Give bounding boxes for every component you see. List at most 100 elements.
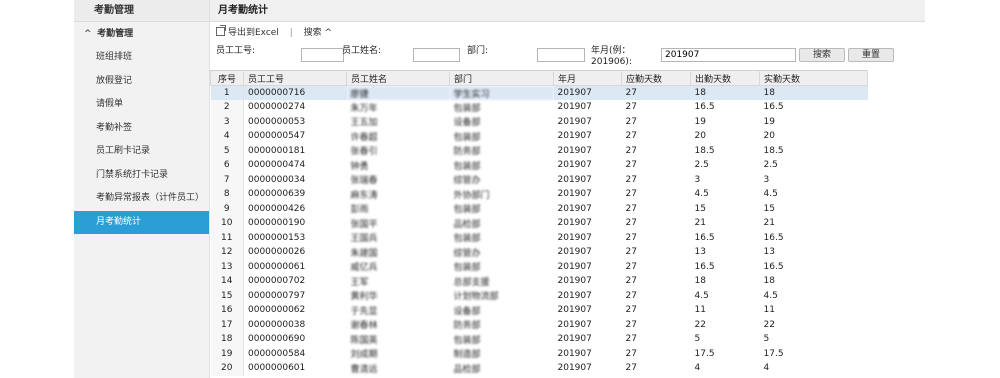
cell-month: 201907 [557,319,592,330]
table-row[interactable]: 10 0000000190 张国平 品检部 201907 27 21 21 [210,216,868,231]
sidebar-item[interactable]: 月考勤统计 [74,210,209,234]
export-icon [216,25,226,36]
cell-actual-days: 11 [763,305,775,316]
cell-required-days: 27 [621,85,691,100]
sidebar-item[interactable]: 放假登记 [74,70,209,94]
cell-attended-days: 18 [694,276,706,287]
cell-actual-days: 16.5 [763,102,784,113]
column-header-month[interactable]: 年月 [553,70,622,86]
cell-actual-days: 2.5 [763,160,778,171]
cell-index: 1 [210,85,244,100]
table-row[interactable]: 4 0000000547 许春超 包装部 201907 27 20 20 [210,129,868,144]
cell-attended-days: 19 [694,116,706,127]
cell-emp-no: 0000000181 [248,145,306,156]
sidebar-group-attendance[interactable]: ^ 考勤管理 [74,22,209,46]
search-button[interactable]: 搜索 [799,48,845,62]
cell-month: 201907 [557,232,592,243]
cell-dept: 包装部 [453,103,481,114]
table-row[interactable]: 12 0000000026 朱建国 综管办 201907 27 13 13 [210,245,868,260]
cell-required-days: 27 [625,276,637,287]
cell-required-days: 27 [625,290,637,301]
cell-actual-days: 15 [763,203,775,214]
table-row[interactable]: 7 0000000034 张瑞春 综管办 201907 27 3 3 [210,172,868,187]
cell-required-days: 27 [625,261,637,272]
page-title: 月考勤统计 [210,0,925,22]
cell-emp-no: 0000000639 [248,189,306,200]
sidebar-item[interactable]: 考勤异常报表（计件员工） [74,187,209,211]
cell-emp-name: 钟勇 [350,161,369,172]
cell-attended-days: 20 [694,131,706,142]
cell-attended-days: 4.5 [694,290,709,301]
emp-no-input[interactable] [301,48,344,62]
search-bar: 员工工号: 员工姓名: 部门: 年月(例：201906): 搜索 重置 [210,44,925,70]
cell-attended-days: 17.5 [694,348,715,359]
column-header-required-days[interactable]: 应勤天数 [621,70,691,86]
table-row[interactable]: 1 0000000716 廖捷 学生实习 201907 27 18 18 [210,85,868,100]
search-toggle-button[interactable]: 搜索 ^ [304,22,332,44]
table-row[interactable]: 11 0000000153 王国兵 包装部 201907 27 16.5 16.5 [210,230,868,245]
cell-emp-no: 0000000274 [248,102,306,113]
table-row[interactable]: 20 0000000601 曹清远 品检部 201907 27 4 4 [210,361,868,376]
cell-required-days: 27 [625,305,637,316]
column-header-dept[interactable]: 部门 [449,70,554,86]
cell-index: 14 [210,274,244,289]
sidebar-item[interactable]: 请假单 [74,93,209,117]
cell-required-days: 27 [625,131,637,142]
table-row[interactable]: 14 0000000702 王军 总部支援 201907 27 18 18 [210,274,868,289]
table-row[interactable]: 15 0000000797 黄利华 计划物流部 201907 27 4.5 4.5 [210,288,868,303]
cell-month: 201907 [557,203,592,214]
table-row[interactable]: 5 0000000181 张春引 防务部 201907 27 18.5 18.5 [210,143,868,158]
cell-emp-no: 0000000716 [243,85,347,100]
sidebar-group-label: 考勤管理 [97,29,134,39]
column-header-actual-days[interactable]: 实勤天数 [759,70,868,86]
month-label: 年月(例：201906): [591,46,632,67]
cell-emp-name: 谢春林 [350,321,378,332]
cell-emp-name: 廖捷 [346,85,450,100]
table-row[interactable]: 18 0000000690 陈国英 包装部 201907 27 5 5 [210,332,868,347]
cell-attended-days: 4 [694,363,701,374]
table-row[interactable]: 17 0000000038 谢春林 防务部 201907 27 22 22 [210,317,868,332]
reset-button[interactable]: 重置 [848,48,894,62]
table-row[interactable]: 6 0000000474 钟勇 包装部 201907 27 2.5 2.5 [210,158,868,173]
emp-name-input[interactable] [413,48,460,62]
cell-emp-name: 威亿兵 [350,263,378,274]
cell-emp-no: 0000000026 [248,247,306,258]
cell-emp-name: 张国平 [350,219,378,230]
table-row[interactable]: 8 0000000639 麻东涛 外协部门 201907 27 4.5 4.5 [210,187,868,202]
cell-month: 201907 [557,145,592,156]
cell-attended-days: 4.5 [694,189,709,200]
cell-actual-days: 4.5 [763,189,778,200]
column-header-attended-days[interactable]: 出勤天数 [690,70,760,86]
table-row[interactable]: 9 0000000426 彭雨 包装部 201907 27 15 15 [210,201,868,216]
export-excel-button[interactable]: 导出到Excel [216,22,279,44]
cell-emp-no: 0000000062 [248,305,306,316]
cell-dept: 包装部 [453,335,481,346]
search-toggle-label: 搜索 [303,28,322,38]
sidebar-item[interactable]: 门禁系统打卡记录 [74,164,209,188]
cell-attended-days: 11 [694,305,706,316]
month-input[interactable] [661,48,796,62]
table-row[interactable]: 16 0000000062 于先显 设备部 201907 27 11 11 [210,303,868,318]
table-row[interactable]: 2 0000000274 朱万年 包装部 201907 27 16.5 16.5 [210,100,868,115]
column-header-emp-no[interactable]: 员工工号 [243,70,347,86]
cell-dept: 品检部 [453,219,481,230]
cell-attended-days: 2.5 [694,160,709,171]
cell-emp-name: 王军 [350,277,369,288]
column-header-index[interactable]: 序号 [210,70,244,86]
cell-emp-name: 朱建国 [350,248,378,259]
table-row[interactable]: 19 0000000584 刘成期 制造部 201907 27 17.5 17.5 [210,346,868,361]
table-row[interactable]: 3 0000000053 王五加 设备部 201907 27 19 19 [210,114,868,129]
cell-attended-days: 16.5 [694,232,715,243]
cell-month: 201907 [557,363,592,374]
cell-emp-no: 0000000601 [248,363,306,374]
table-row[interactable]: 13 0000000061 威亿兵 包装部 201907 27 16.5 16.5 [210,259,868,274]
column-header-emp-name[interactable]: 员工姓名 [346,70,450,86]
sidebar-item[interactable]: 班组排班 [74,46,209,70]
sidebar-item[interactable]: 员工刷卡记录 [74,140,209,164]
cell-index: 3 [210,114,244,129]
cell-attended-days: 13 [694,247,706,258]
sidebar-item[interactable]: 考勤补签 [74,117,209,141]
dept-input[interactable] [537,48,585,62]
cell-index: 13 [210,259,244,274]
cell-dept: 设备部 [453,118,481,129]
